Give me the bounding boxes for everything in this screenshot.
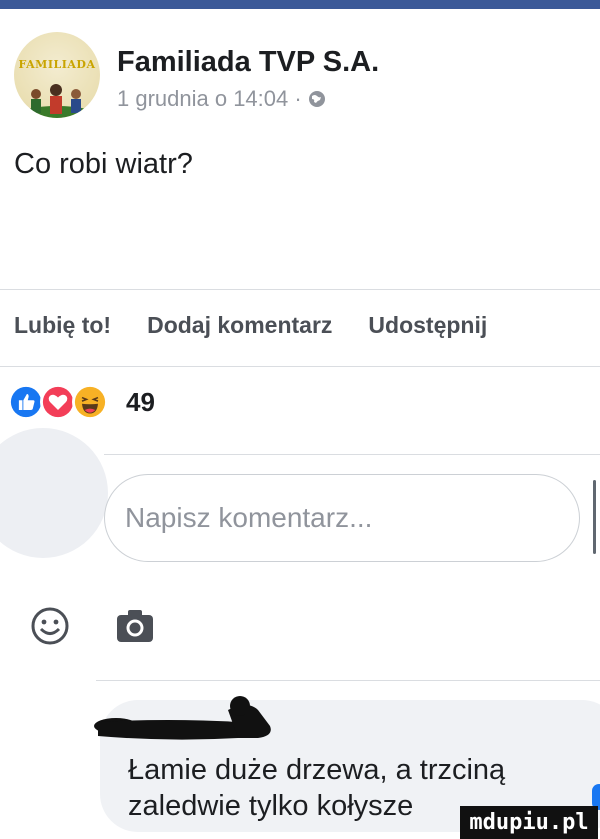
love-icon xyxy=(40,384,76,420)
globe-icon xyxy=(308,91,325,107)
watermark: mdupiu.pl xyxy=(460,806,598,839)
divider-actions xyxy=(0,366,600,367)
like-icon xyxy=(8,384,44,420)
haha-icon xyxy=(72,384,108,420)
page-avatar[interactable]: FAMILIADA xyxy=(14,32,100,118)
divider-reactions xyxy=(104,454,600,455)
comment-line-2: zaledwie tylko kołysze xyxy=(128,790,414,822)
comment-button[interactable]: Dodaj komentarz xyxy=(147,312,332,339)
post-timestamp[interactable]: 1 grudnia o 14:04 · xyxy=(117,86,302,112)
comment-line-1: Łamie duże drzewa, a trzciną xyxy=(128,754,506,786)
divider-comments xyxy=(96,680,600,681)
divider-top xyxy=(0,289,600,290)
post-actions: Lubię to! Dodaj komentarz Udostępnij xyxy=(14,312,523,339)
emoji-icon[interactable] xyxy=(30,606,70,646)
like-button[interactable]: Lubię to! xyxy=(14,312,111,339)
user-avatar xyxy=(0,428,108,558)
post-text: Co robi wiatr? xyxy=(14,148,193,180)
reactions-summary[interactable]: 49 xyxy=(8,384,155,420)
avatar-figures-icon xyxy=(19,84,95,118)
top-bar xyxy=(0,0,600,9)
avatar-logo-text: FAMILIADA xyxy=(18,58,96,71)
comment-author-image xyxy=(94,696,271,740)
page-name-link[interactable]: Familiada TVP S.A. xyxy=(117,46,379,79)
camera-icon[interactable] xyxy=(116,609,154,643)
reaction-count: 49 xyxy=(126,386,155,417)
comment-input[interactable] xyxy=(104,474,580,562)
share-button[interactable]: Udostępnij xyxy=(368,312,487,339)
comment-text: Łamie duże drzewa, a trzciną zaledwie ty… xyxy=(128,752,505,824)
edge-scroll-indicator xyxy=(593,480,596,554)
post-meta: 1 grudnia o 14:04 · xyxy=(117,86,326,112)
